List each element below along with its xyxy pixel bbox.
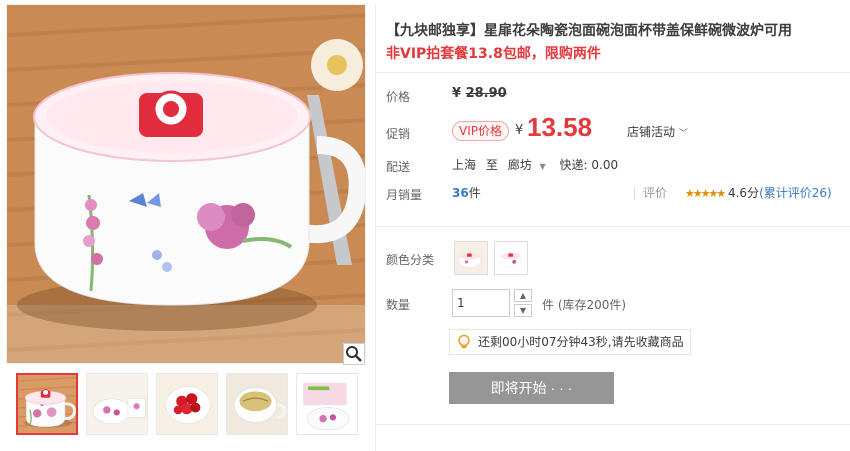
- thumbnail-image: [227, 374, 287, 434]
- thumbnail-image: [297, 374, 357, 434]
- chevron-down-icon: ▼: [519, 306, 527, 315]
- vip-price-badge: VIP价格: [452, 121, 509, 141]
- promo-price: 13.58: [527, 112, 593, 142]
- chevron-down-icon: ﹀: [678, 129, 688, 139]
- rating-score: 4.6分: [727, 186, 760, 200]
- rating-summary: 评价 ★★★★★ 4.6分(累计评价26): [643, 184, 832, 201]
- monthly-sales-count: 36: [452, 186, 469, 200]
- sales-unit: 件: [468, 186, 481, 200]
- ship-from-city: 上海: [452, 158, 477, 172]
- original-price: ¥ 28.90: [452, 86, 507, 101]
- thumbnail-image: [18, 375, 78, 435]
- thumbnail-4[interactable]: [226, 373, 288, 435]
- divider: [376, 72, 850, 73]
- thumbnail-image: [87, 374, 147, 434]
- product-gallery: [6, 4, 366, 451]
- swatch-image: [495, 242, 527, 274]
- thumbnail-1[interactable]: [16, 373, 78, 435]
- swatch-image: [455, 242, 487, 274]
- quantity-input[interactable]: [452, 289, 510, 317]
- coming-soon-button[interactable]: 即将开始 · · ·: [449, 372, 614, 404]
- shop-activity-dropdown[interactable]: 店铺活动 ﹀: [627, 123, 688, 140]
- currency-symbol: ¥: [452, 86, 462, 101]
- delivery-info: 上海 至 廊坊 ▼ 快递: 0.00: [452, 156, 618, 173]
- thumbnail-5[interactable]: [296, 373, 358, 435]
- monthly-sales-label: 月销量: [386, 188, 423, 202]
- ship-to-city-dropdown[interactable]: 廊坊 ▼: [508, 158, 550, 172]
- caret-down-icon: ▼: [539, 162, 546, 171]
- ship-to-city: 廊坊: [507, 158, 532, 172]
- bowl-photo: [7, 5, 365, 363]
- main-product-image[interactable]: [6, 4, 366, 364]
- price-label: 价格: [386, 90, 411, 104]
- thumbnail-3[interactable]: [156, 373, 218, 435]
- express-fee: 快递: 0.00: [559, 158, 619, 172]
- delivery-label: 配送: [386, 160, 411, 174]
- divider: [376, 424, 850, 425]
- monthly-sales: 36件: [452, 184, 481, 201]
- countdown-tip: 还剩00小时07分钟43秒,请先收藏商品: [449, 329, 691, 355]
- product-subtitle: 非VIP拍套餐13.8包邮，限购两件: [386, 46, 601, 62]
- thumbnail-image: [157, 374, 217, 434]
- review-count-link[interactable]: (累计评价26): [759, 186, 832, 200]
- quantity-label: 数量: [386, 298, 411, 312]
- quantity-increase-button[interactable]: ▲: [514, 289, 532, 302]
- quantity-decrease-button[interactable]: ▼: [514, 304, 532, 317]
- to-word: 至: [485, 158, 498, 172]
- product-detail-panel: 【九块邮独享】星扉花朵陶瓷泡面碗泡面杯带盖保鲜碗微波炉可用 非VIP拍套餐13.…: [375, 4, 850, 451]
- thumbnail-strip: [6, 373, 366, 445]
- divider: [376, 226, 850, 227]
- promo-label: 促销: [386, 127, 411, 141]
- color-label: 颜色分类: [386, 253, 435, 267]
- lightbulb-icon: [458, 334, 470, 348]
- original-price-value: 28.90: [465, 86, 507, 101]
- color-swatch-1[interactable]: [454, 241, 488, 275]
- color-swatch-2[interactable]: [494, 241, 528, 275]
- chevron-up-icon: ▲: [519, 291, 527, 300]
- product-title: 【九块邮独享】星扉花朵陶瓷泡面碗泡面杯带盖保鲜碗微波炉可用: [386, 23, 792, 39]
- thumbnail-2[interactable]: [86, 373, 148, 435]
- magnifier-icon: [346, 346, 362, 362]
- currency-symbol: ¥: [515, 123, 524, 138]
- zoom-button[interactable]: [343, 343, 365, 365]
- stock-info: 件 (库存200件): [542, 298, 627, 312]
- star-rating-icon: ★★★★★: [684, 187, 726, 200]
- shop-activity-label: 店铺活动: [627, 125, 676, 139]
- countdown-text: 还剩00小时07分钟43秒,请先收藏商品: [478, 335, 684, 349]
- divider: [634, 186, 635, 200]
- rating-label: 评价: [643, 186, 668, 200]
